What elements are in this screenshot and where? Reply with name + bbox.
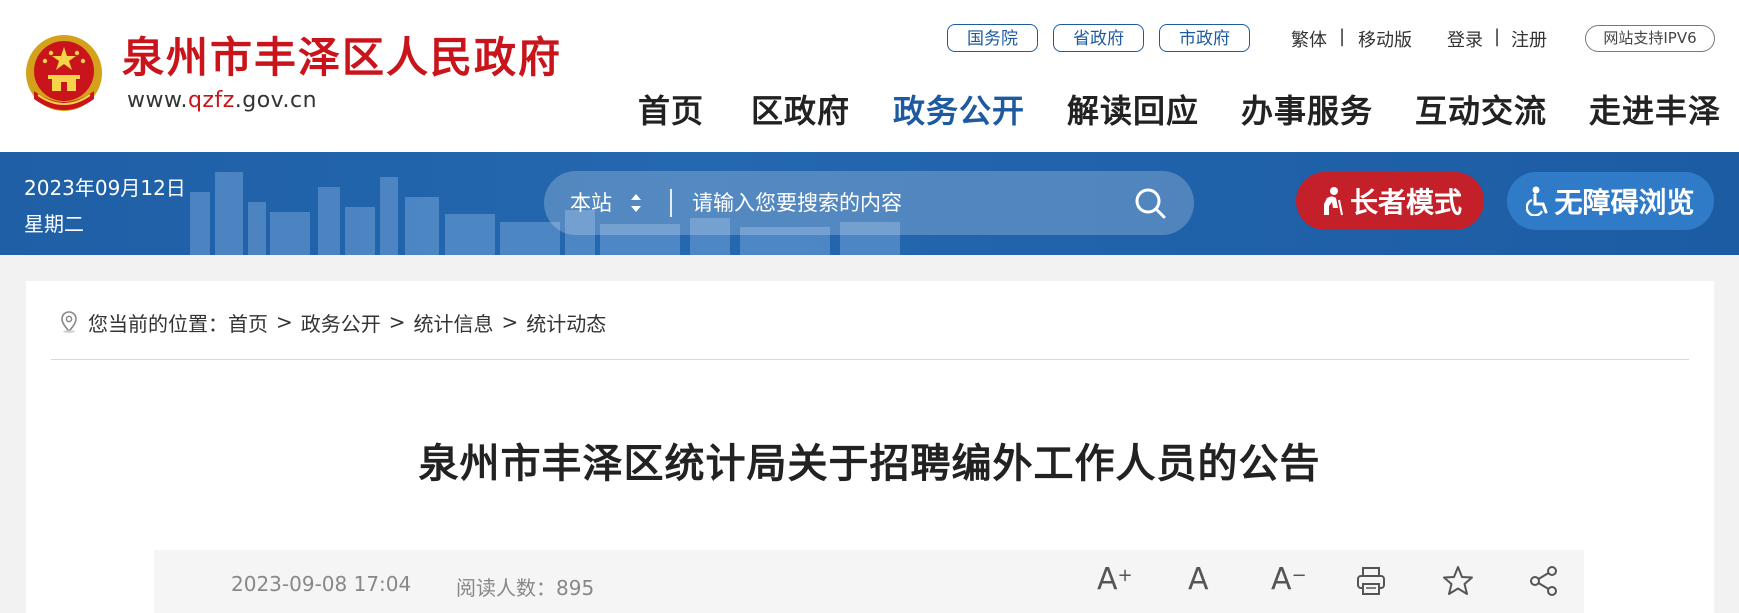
star-icon[interactable] — [1441, 564, 1475, 598]
nav-district-gov[interactable]: 区政府 — [751, 86, 850, 132]
breadcrumb-divider — [51, 359, 1689, 360]
search-scope-select[interactable]: 本站 — [570, 171, 612, 235]
breadcrumb-prefix: 您当前的位置： — [88, 311, 228, 336]
nav-services[interactable]: 办事服务 — [1241, 86, 1373, 132]
publish-time: 2023-09-08 17:04 — [231, 572, 412, 596]
site-domain: www.qzfz.gov.cn — [127, 88, 317, 113]
font-size-increase-button[interactable]: A+ — [1097, 562, 1133, 598]
wheelchair-icon — [1526, 186, 1548, 216]
elder-mode-button[interactable]: 长者模式 — [1296, 172, 1484, 230]
nav-about-fengze[interactable]: 走进丰泽 — [1589, 86, 1721, 132]
font-decrease-letter: A — [1271, 562, 1292, 597]
share-icon[interactable] — [1527, 564, 1561, 598]
current-date: 2023年09月12日 — [24, 176, 186, 200]
breadcrumb-separator: > — [388, 310, 406, 334]
location-pin-icon — [61, 311, 77, 333]
state-council-link[interactable]: 国务院 — [947, 24, 1038, 52]
search-icon[interactable] — [1132, 185, 1168, 221]
nav-home[interactable]: 首页 — [638, 86, 704, 132]
site-header: 泉州市丰泽区人民政府 www.qzfz.gov.cn 国务院 省政府 市政府 繁… — [0, 0, 1739, 152]
domain-highlight: qzfz — [187, 88, 235, 113]
breadcrumb: 您当前的位置： 首页 > 政务公开 > 统计信息 > 统计动态 — [60, 307, 606, 337]
search-bar: 本站 — [544, 171, 1194, 235]
font-size-normal-button[interactable]: A — [1188, 562, 1209, 598]
ipv6-badge: 网站支持IPV6 — [1585, 25, 1715, 52]
nav-gov-affairs[interactable]: 政务公开 — [893, 86, 1025, 132]
article-meta-bar: 2023-09-08 17:04 阅读人数：895 A+ A A− — [154, 550, 1584, 613]
nav-interpretation[interactable]: 解读回应 — [1067, 86, 1199, 132]
view-count-label: 阅读人数： — [456, 576, 556, 600]
nav-interaction[interactable]: 互动交流 — [1415, 86, 1547, 132]
breadcrumb-statistics-news[interactable]: 统计动态 — [526, 308, 606, 337]
traditional-chinese-link[interactable]: 繁体 — [1291, 26, 1327, 52]
search-divider — [670, 189, 672, 217]
site-name[interactable]: 泉州市丰泽区人民政府 — [122, 32, 562, 84]
link-separator: | — [1494, 26, 1501, 47]
search-input[interactable] — [692, 185, 1092, 221]
breadcrumb-separator: > — [501, 310, 519, 334]
current-weekday: 星期二 — [24, 212, 84, 236]
province-gov-link[interactable]: 省政府 — [1053, 24, 1144, 52]
elder-mode-label: 长者模式 — [1349, 186, 1462, 219]
font-decrease-mark: − — [1291, 565, 1307, 586]
national-emblem-icon[interactable] — [24, 33, 104, 117]
login-link[interactable]: 登录 — [1447, 26, 1483, 52]
city-gov-link[interactable]: 市政府 — [1159, 24, 1250, 52]
breadcrumb-separator: > — [276, 310, 293, 334]
sort-arrows-icon[interactable] — [630, 192, 642, 214]
breadcrumb-statistics-info[interactable]: 统计信息 — [414, 308, 494, 337]
domain-prefix: www. — [127, 88, 188, 113]
article-title: 泉州市丰泽区统计局关于招聘编外工作人员的公告 — [418, 441, 1321, 487]
font-increase-mark: + — [1117, 565, 1133, 586]
breadcrumb-home[interactable]: 首页 — [228, 308, 268, 337]
elder-icon — [1323, 187, 1343, 216]
link-separator: | — [1339, 26, 1346, 47]
domain-suffix: .gov.cn — [234, 88, 318, 113]
mobile-version-link[interactable]: 移动版 — [1358, 26, 1412, 52]
view-count-value: 895 — [556, 576, 595, 600]
view-count: 阅读人数：895 — [456, 572, 594, 601]
breadcrumb-gov-affairs[interactable]: 政务公开 — [301, 308, 381, 337]
font-increase-letter: A — [1097, 562, 1118, 597]
print-icon[interactable] — [1354, 564, 1388, 598]
accessible-browse-label: 无障碍浏览 — [1554, 186, 1695, 219]
search-banner: 2023年09月12日 星期二 本站 长者模式 无障碍浏览 — [0, 152, 1739, 255]
register-link[interactable]: 注册 — [1511, 26, 1547, 52]
font-size-decrease-button[interactable]: A− — [1271, 562, 1307, 598]
accessible-browse-button[interactable]: 无障碍浏览 — [1507, 172, 1714, 230]
